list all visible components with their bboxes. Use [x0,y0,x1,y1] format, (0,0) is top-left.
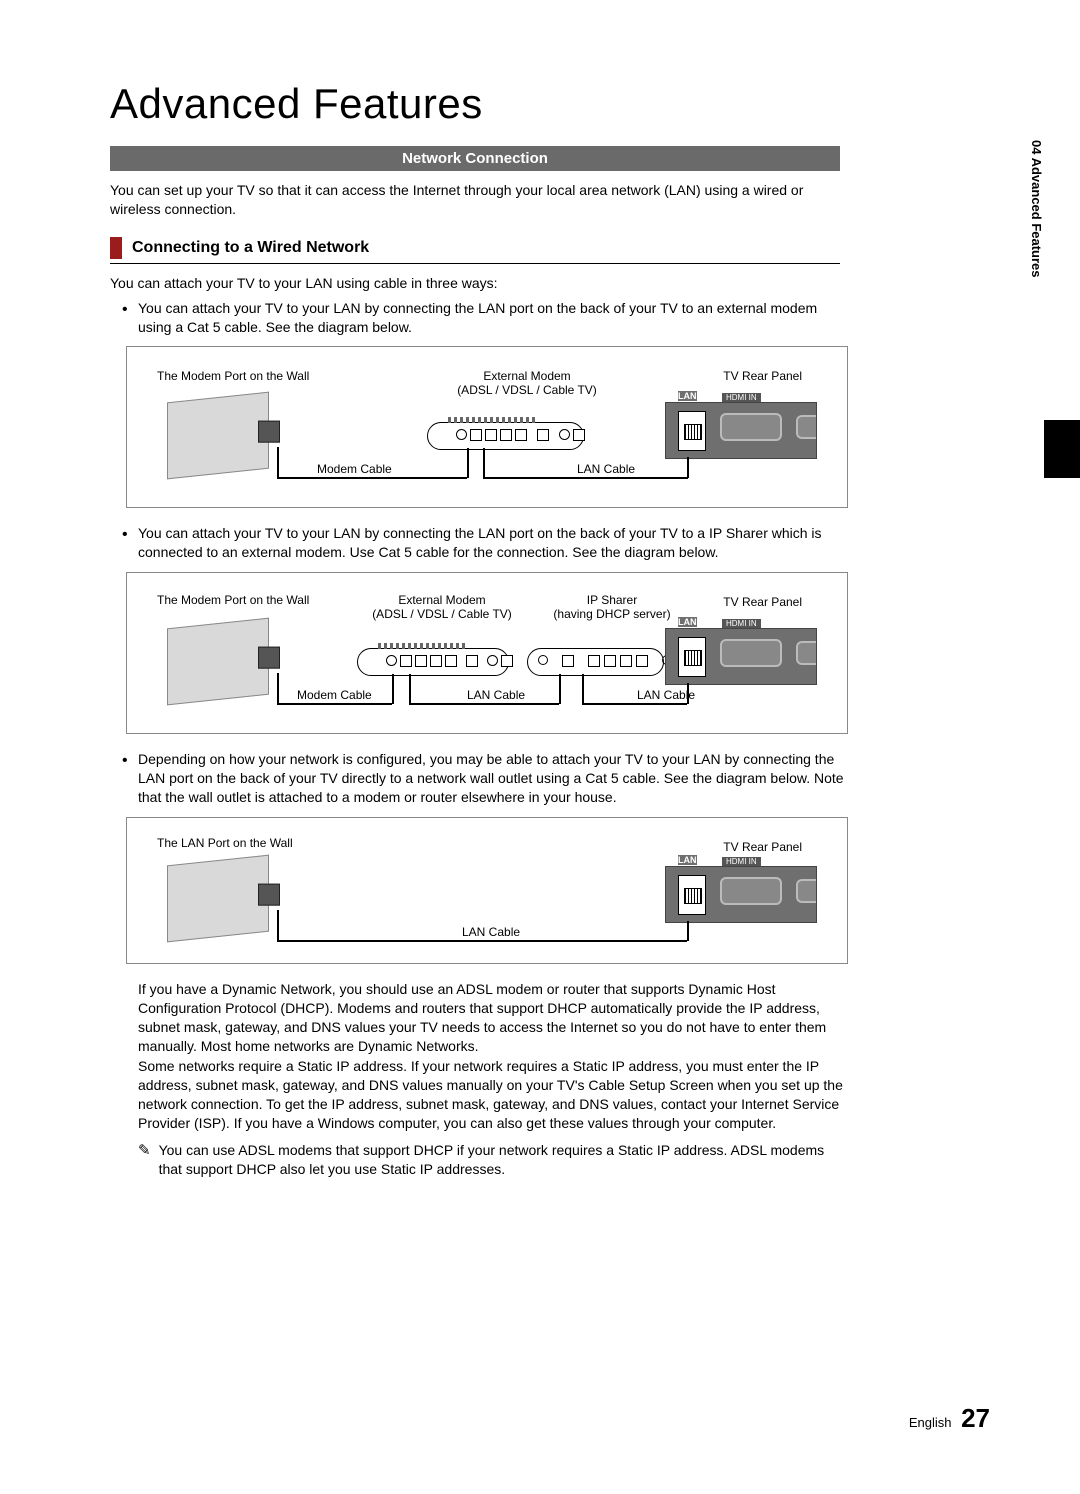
hdmi-label: HDMI IN [722,857,761,866]
hdmi-label: HDMI IN [722,619,761,628]
d1-modem-label-1: External Modem [483,369,570,383]
side-tab: 04 Advanced Features [1029,140,1044,278]
d2-cable2-label: LAN Cable [467,688,525,702]
d2-cable1-label: Modem Cable [297,688,372,702]
note-icon: ✎ [138,1141,151,1179]
subheading-row: Connecting to a Wired Network [110,237,990,259]
intro-text: You can set up your TV so that it can ac… [110,181,840,219]
subheading-marker-icon [110,237,122,259]
d2-cable3-label: LAN Cable [637,688,695,702]
wall-port-icon [167,618,269,706]
lead-text: You can attach your TV to your LAN using… [110,274,840,293]
diagram-1: The Modem Port on the Wall External Mode… [126,346,848,508]
tv-panel-icon: LAN HDMI IN [665,402,817,459]
d1-modem-label: External Modem (ADSL / VDSL / Cable TV) [447,369,607,397]
para-static: Some networks require a Static IP addres… [138,1057,850,1133]
lan-label: LAN [678,391,697,401]
divider [110,263,840,264]
section-header: Network Connection [110,146,840,171]
footer-page-number: 27 [961,1403,990,1433]
page-title: Advanced Features [110,80,990,128]
d3-cable1-label: LAN Cable [462,925,520,939]
d1-tv-label: TV Rear Panel [723,369,802,383]
d2-tv-label: TV Rear Panel [723,595,802,609]
subheading: Connecting to a Wired Network [132,239,369,257]
d2-sharer-label: IP Sharer (having DHCP server) [537,593,687,621]
d1-cable1-label: Modem Cable [317,462,392,476]
d2-sharer-label-2: (having DHCP server) [553,607,670,621]
footer-lang: English [909,1415,952,1430]
d2-modem-label-1: External Modem [398,593,485,607]
d2-modem-label-2: (ADSL / VDSL / Cable TV) [372,607,512,621]
lan-label: LAN [678,617,697,627]
wall-port-icon [167,392,269,480]
bullet-3: Depending on how your network is configu… [138,750,850,807]
diagram-2: The Modem Port on the Wall External Mode… [126,572,848,734]
d1-wall-label: The Modem Port on the Wall [157,369,309,383]
d3-tv-label: TV Rear Panel [723,840,802,854]
tv-panel-icon: LAN HDMI IN [665,628,817,685]
bullet-2: You can attach your TV to your LAN by co… [138,524,850,562]
para-dhcp: If you have a Dynamic Network, you shoul… [138,980,850,1056]
page-footer: English 27 [909,1403,990,1434]
wall-port-icon [167,855,269,943]
modem-icon [357,648,509,676]
note-row: ✎ You can use ADSL modems that support D… [138,1141,850,1179]
side-black-tab [1044,420,1080,478]
d1-cable2-label: LAN Cable [577,462,635,476]
note-text: You can use ADSL modems that support DHC… [159,1141,850,1179]
d1-modem-label-2: (ADSL / VDSL / Cable TV) [457,383,597,397]
d2-modem-label: External Modem (ADSL / VDSL / Cable TV) [362,593,522,621]
d2-wall-label: The Modem Port on the Wall [157,593,309,607]
hdmi-label: HDMI IN [722,393,761,402]
modem-icon [427,422,584,450]
sharer-icon [527,648,664,676]
lan-label: LAN [678,855,697,865]
d2-sharer-label-1: IP Sharer [587,593,637,607]
d3-wall-label: The LAN Port on the Wall [157,836,293,850]
bullet-1: You can attach your TV to your LAN by co… [138,299,850,337]
tv-panel-icon: LAN HDMI IN [665,866,817,923]
diagram-3: The LAN Port on the Wall TV Rear Panel L… [126,817,848,964]
